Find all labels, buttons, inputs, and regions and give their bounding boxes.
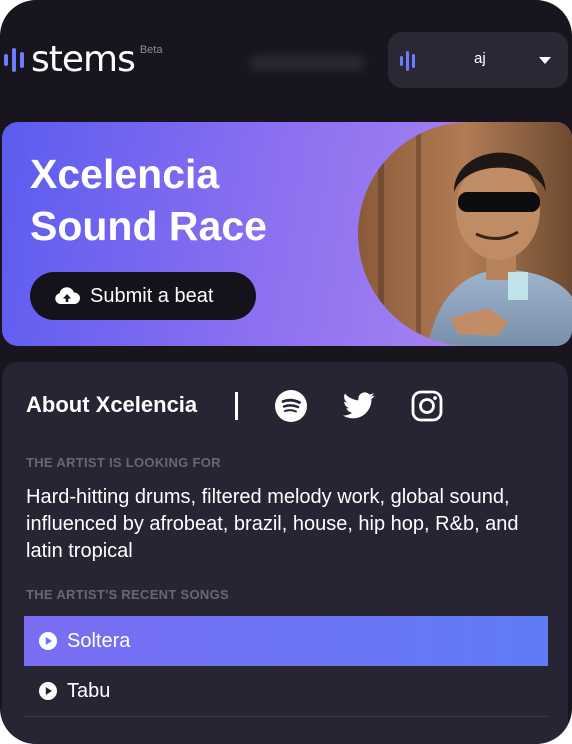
submit-beat-label: Submit a beat bbox=[90, 284, 214, 307]
looking-for-label: THE ARTIST IS LOOKING FOR bbox=[26, 455, 221, 470]
chevron-down-icon bbox=[539, 57, 551, 64]
spotify-icon[interactable] bbox=[274, 389, 308, 423]
user-menu-button[interactable]: aj bbox=[388, 32, 568, 88]
about-card: About Xcelencia THE ARTIST IS LOOKING FO… bbox=[2, 362, 568, 744]
app-screen: stems Beta aj Xcelencia Sound Race Submi… bbox=[0, 0, 572, 744]
song-title: Soltera bbox=[67, 629, 131, 652]
looking-for-text: Hard-hitting drums, filtered melody work… bbox=[26, 486, 519, 562]
blurred-content bbox=[250, 55, 365, 71]
about-title: About Xcelencia bbox=[26, 392, 198, 417]
beta-badge: Beta bbox=[139, 44, 163, 56]
list-divider bbox=[24, 716, 548, 717]
page-title: Xcelencia Sound Race bbox=[30, 148, 360, 252]
song-item-tabu[interactable]: Tabu bbox=[24, 666, 548, 716]
logo-text: stems bbox=[31, 39, 136, 80]
submit-beat-button[interactable]: Submit a beat bbox=[30, 272, 256, 320]
hero-banner: Xcelencia Sound Race Submit a beat bbox=[2, 122, 572, 346]
stems-bars-icon bbox=[400, 51, 415, 71]
user-name: aj bbox=[474, 50, 486, 67]
recent-songs-label: THE ARTIST'S RECENT SONGS bbox=[26, 587, 229, 602]
title-divider bbox=[235, 392, 238, 420]
twitter-icon[interactable] bbox=[342, 389, 376, 423]
play-icon[interactable] bbox=[38, 681, 58, 701]
song-item-soltera[interactable]: Soltera bbox=[24, 616, 548, 666]
artist-photo bbox=[358, 122, 572, 346]
instagram-icon[interactable] bbox=[410, 389, 444, 423]
stems-logo[interactable]: stems Beta bbox=[4, 38, 162, 82]
song-title: Tabu bbox=[67, 679, 111, 702]
top-bar: stems Beta aj bbox=[0, 0, 572, 118]
logo-bars-icon bbox=[4, 48, 24, 72]
title-line-2: Sound Race bbox=[30, 203, 267, 249]
play-icon[interactable] bbox=[38, 631, 58, 651]
cloud-upload-icon bbox=[55, 287, 80, 304]
title-line-1: Xcelencia bbox=[30, 151, 220, 197]
